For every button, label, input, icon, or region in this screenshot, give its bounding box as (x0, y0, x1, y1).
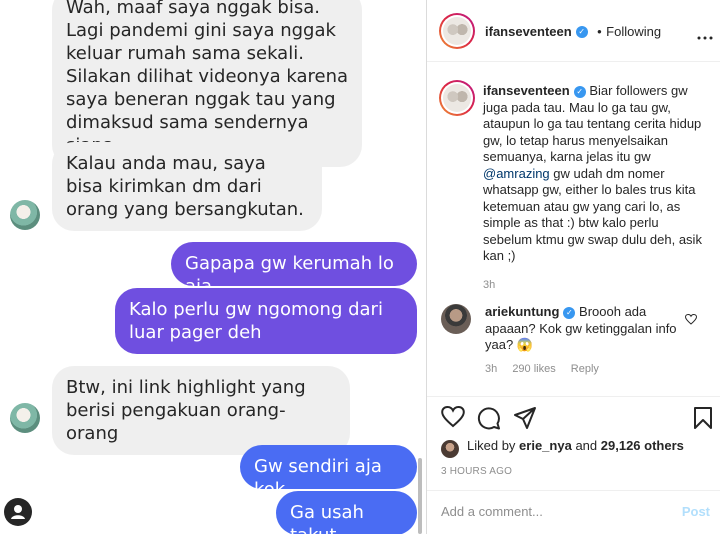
comment-reply-button[interactable]: Reply (571, 363, 599, 375)
comment-time[interactable]: 3h (485, 363, 497, 375)
add-comment-input[interactable]: Add a comment... (441, 504, 543, 519)
caption-time[interactable]: 3h (483, 277, 711, 294)
contact-avatar (10, 403, 40, 433)
commenter-avatar[interactable] (441, 304, 471, 334)
contact-avatar (10, 200, 40, 230)
message-outgoing: Ga usah takut (276, 491, 417, 534)
header-username[interactable]: ifanseventeen (485, 24, 572, 39)
message-incoming: Kalau anda mau, saya bisa kirimkan dm da… (52, 142, 322, 231)
post-header: ifanseventeen ✓ • Following (427, 0, 720, 62)
following-button[interactable]: Following (606, 24, 661, 39)
comment-bubble-icon[interactable] (477, 406, 501, 435)
caption-avatar[interactable] (439, 80, 475, 116)
verified-badge-icon: ✓ (575, 25, 588, 38)
more-horizontal-icon[interactable] (697, 28, 713, 46)
comment-meta: 3h 290 likes Reply (485, 363, 611, 375)
follow-separator: • (597, 24, 602, 39)
actions-divider (427, 396, 720, 397)
chat-screenshot: Wah, maaf saya nggak bisa. Lagi pandemi … (0, 0, 426, 534)
comment-box-divider (427, 490, 720, 491)
like-heart-icon[interactable] (441, 405, 465, 433)
message-outgoing: Kalo perlu gw ngomong dari luar pager de… (115, 288, 417, 354)
liked-by-user[interactable]: erie_nya (519, 438, 572, 453)
message-outgoing: Gw sendiri aja kok (240, 445, 417, 500)
user-icon[interactable] (4, 498, 32, 526)
post-timestamp[interactable]: 3 HOURS AGO (441, 466, 512, 477)
instagram-post-panel: ifanseventeen ✓ • Following ifanseventeen… (426, 0, 720, 534)
comment-likes[interactable]: 290 likes (512, 363, 555, 375)
comment: ariekuntung ✓ Broooh ada apaaan? Kok gw k… (485, 304, 681, 354)
comment-like-heart-icon[interactable] (684, 312, 698, 330)
caption-username[interactable]: ifanseventeen (483, 83, 570, 98)
message-incoming: Btw, ini link highlight yang berisi peng… (52, 366, 350, 455)
liked-by-line: Liked by erie_nya and 29,126 others (467, 438, 684, 453)
share-paper-plane-icon[interactable] (513, 406, 537, 435)
liked-by-prefix: Liked by (467, 438, 516, 453)
chat-scrollbar[interactable] (418, 458, 422, 534)
verified-badge-icon: ✓ (563, 306, 576, 319)
profile-avatar[interactable] (439, 13, 475, 49)
save-bookmark-icon[interactable] (693, 406, 713, 435)
caption-mention-link[interactable]: @amrazing (483, 166, 550, 181)
liked-by-count[interactable]: 29,126 others (601, 438, 684, 453)
liked-by-and: and (575, 438, 598, 453)
post-comment-button[interactable]: Post (682, 504, 710, 519)
liked-by-avatar[interactable] (441, 440, 459, 458)
post-caption: ifanseventeen ✓ Biar followers gw juga pa… (483, 83, 711, 293)
message-outgoing: Gapapa gw kerumah lo aja (171, 242, 417, 297)
comment-username[interactable]: ariekuntung (485, 304, 559, 319)
verified-badge-icon: ✓ (573, 85, 586, 98)
